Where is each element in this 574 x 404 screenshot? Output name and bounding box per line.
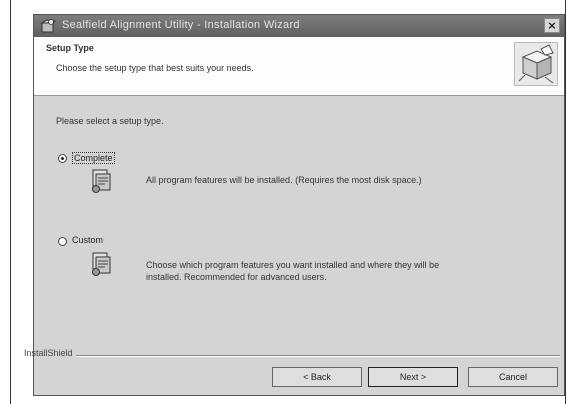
banner-subheading: Choose the setup type that best suits yo… <box>56 63 254 73</box>
screen-frame: Sealfield Alignment Utility - Installati… <box>10 0 566 404</box>
installer-window: Sealfield Alignment Utility - Installati… <box>24 14 565 396</box>
custom-option-label[interactable]: Custom <box>72 235 103 245</box>
complete-option-label[interactable]: Complete <box>72 152 115 164</box>
back-button[interactable]: < Back <box>272 367 362 387</box>
complete-option-description: All program features will be installed. … <box>146 175 422 185</box>
banner-heading: Setup Type <box>46 43 94 53</box>
setup-box-icon <box>514 42 558 86</box>
close-icon[interactable]: × <box>544 18 560 33</box>
cancel-button[interactable]: Cancel <box>468 367 558 387</box>
custom-radio[interactable] <box>58 237 67 246</box>
setup-type-panel: Please select a setup type. Complete All… <box>34 96 564 336</box>
complete-radio[interactable] <box>58 154 67 163</box>
footer-divider <box>76 355 560 357</box>
title-bar[interactable]: Sealfield Alignment Utility - Installati… <box>34 15 564 37</box>
installshield-label: InstallShield <box>24 348 73 358</box>
installer-app-icon <box>40 18 57 34</box>
custom-option-description: Choose which program features you want i… <box>146 260 440 282</box>
package-icon <box>90 251 112 277</box>
header-banner: Setup Type Choose the setup type that be… <box>34 37 564 96</box>
package-icon <box>90 168 112 194</box>
setup-prompt: Please select a setup type. <box>56 116 164 126</box>
next-button[interactable]: Next > <box>368 367 458 387</box>
window-title: Sealfield Alignment Utility - Installati… <box>62 19 300 31</box>
